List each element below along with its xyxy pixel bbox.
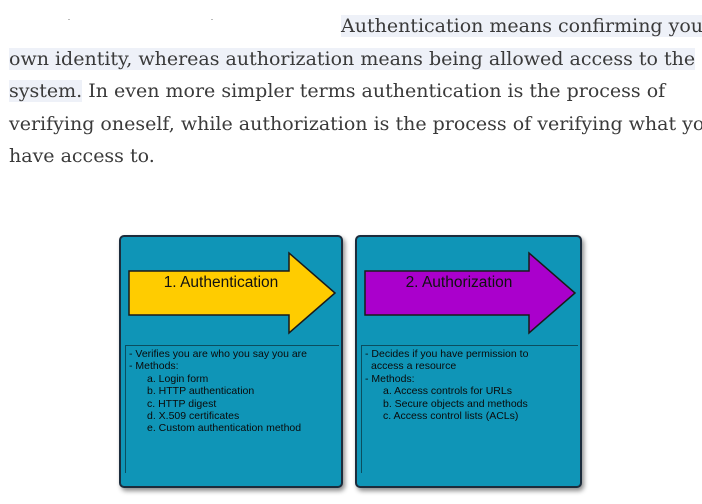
explanation-paragraph: Authentication means confirming your own… [9,10,702,173]
authorization-note: b. Secure objects and methods [383,397,528,410]
authentication-notes: - Verifies you are who you say you are -… [125,345,339,473]
authorization-panel: 2. Authorization - Decides if you have p… [355,235,582,488]
paragraph-line-5: have access to. [9,145,155,167]
paragraph-line-3: In even more simpler terms authenticatio… [82,80,666,102]
authentication-note: a. Login form [147,372,209,385]
paragraph-line-1: Authentication means confirming your [341,15,702,37]
authentication-label: 1. Authentication [163,274,279,291]
paragraph-line-4: verifying oneself, while authorization i… [9,112,702,135]
authorization-note: c. Access control lists (ACLs) [383,410,519,423]
authentication-note: c. HTTP digest [147,397,217,410]
authorization-label: 2. Authorization [405,274,513,291]
authorization-note: access a resource [371,360,457,373]
authentication-arrow-icon [128,251,337,335]
authentication-note: - Methods: [129,360,179,373]
authentication-note: d. X.509 certificates [147,410,240,423]
authorization-note: - Decides if you have permission to [365,348,529,360]
authentication-note: - Verifies you are who you say you are [129,348,308,360]
authorization-notes: - Decides if you have permission to acce… [361,345,578,473]
authentication-note: b. HTTP authentication [147,385,255,398]
paragraph-line-3-highlight: system. [9,80,83,102]
authorization-note: a. Access controls for URLs [383,385,512,398]
paragraph-line-2: own identity, whereas authorization mean… [9,47,696,70]
authentication-panel: 1. Authentication - Verifies you are who… [119,235,343,488]
authorization-arrow-icon [364,251,577,335]
authorization-note: - Methods: [365,372,415,385]
authentication-note: e. Custom authentication method [147,422,302,435]
